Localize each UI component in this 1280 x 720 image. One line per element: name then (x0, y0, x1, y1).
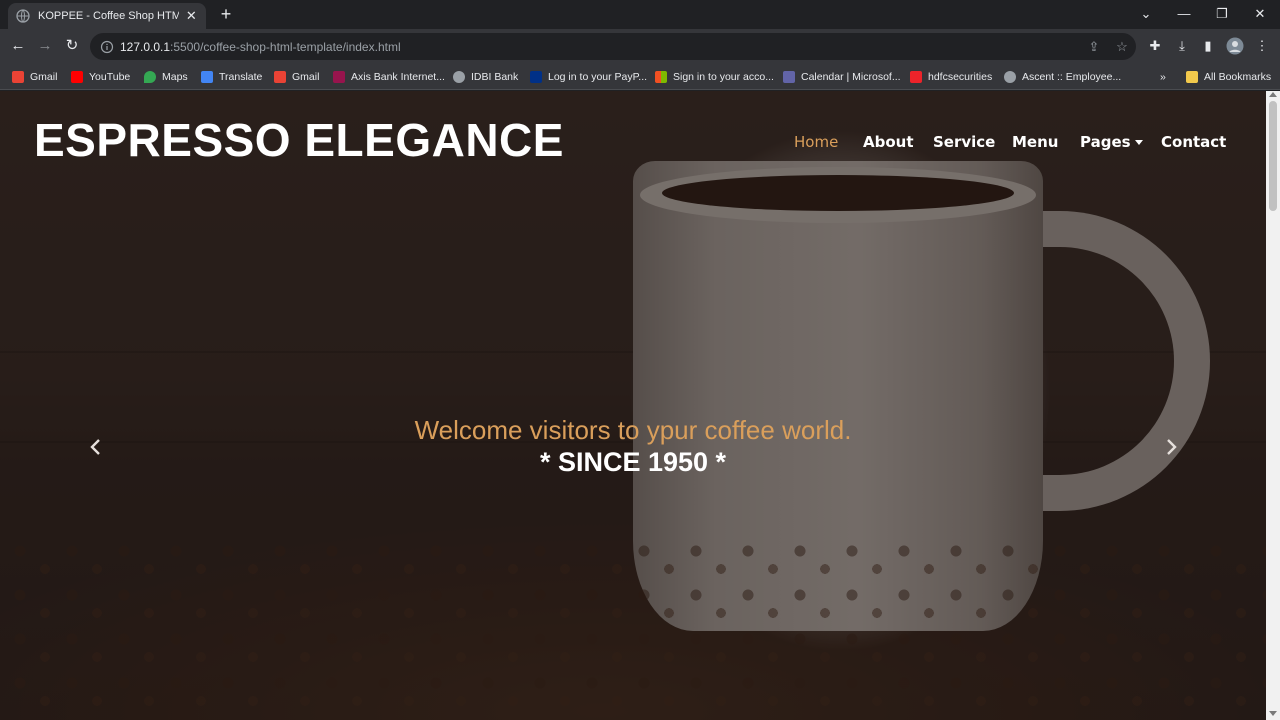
hdfc-icon (910, 70, 922, 83)
url-text: 127.0.0.1:5500/coffee-shop-html-template… (120, 39, 401, 54)
all-bookmarks-button[interactable]: All Bookmarks (1186, 68, 1271, 85)
bookmark-youtube[interactable]: YouTube (71, 68, 130, 85)
profile-avatar[interactable] (1226, 37, 1244, 55)
extensions-icon[interactable]: ✚ (1146, 37, 1164, 55)
new-tab-button[interactable]: + (216, 4, 236, 24)
bookmark-microsoft-signin[interactable]: Sign in to your acco... (655, 68, 774, 85)
gmail-icon (12, 70, 24, 83)
bookmark-maps[interactable]: Maps (144, 68, 188, 85)
youtube-icon (71, 70, 83, 83)
reload-button[interactable]: ↻ (62, 36, 82, 56)
axis-bank-icon (333, 70, 345, 83)
share-icon[interactable]: ⇪ (1086, 39, 1102, 55)
close-window-button[interactable]: ✕ (1248, 4, 1272, 24)
browser-tab[interactable]: KOPPEE - Coffee Shop HTML Tem ✕ (8, 3, 206, 29)
page-viewport: ESPRESSO ELEGANCE Home About Service Men… (0, 91, 1266, 720)
bookmark-ascent[interactable]: Ascent :: Employee... (1004, 68, 1121, 85)
tab-search-icon[interactable]: ⌄ (1134, 4, 1158, 24)
bookmark-axis-bank[interactable]: Axis Bank Internet... (333, 68, 445, 85)
maps-icon (144, 70, 156, 83)
translate-icon (201, 70, 213, 83)
minimize-button[interactable]: — (1172, 4, 1196, 24)
download-icon[interactable]: ⤓ (1173, 37, 1191, 55)
chevron-left-icon (90, 439, 100, 455)
site-brand-logo[interactable]: ESPRESSO ELEGANCE (34, 113, 564, 167)
browser-toolbar: ← → ↻ 127.0.0.1:5500/coffee-shop-html-te… (0, 29, 1280, 63)
nav-menu[interactable]: Menu (1012, 131, 1058, 153)
tab-title: KOPPEE - Coffee Shop HTML Tem (38, 10, 179, 22)
scrollbar-thumb[interactable] (1269, 101, 1277, 211)
scroll-down-arrow-icon[interactable] (1269, 711, 1277, 716)
bookmark-translate[interactable]: Translate (201, 68, 262, 85)
page-scrollbar[interactable] (1266, 91, 1280, 720)
close-tab-icon[interactable]: ✕ (185, 8, 198, 24)
globe-icon (453, 70, 465, 83)
side-panel-icon[interactable]: ▮ (1199, 37, 1217, 55)
hero-title: * SINCE 1950 * (539, 447, 727, 477)
nav-service[interactable]: Service (933, 131, 995, 153)
chevron-right-icon (1167, 439, 1177, 455)
globe-icon (1004, 70, 1016, 83)
nav-contact[interactable]: Contact (1161, 131, 1226, 153)
carousel-prev-button[interactable] (86, 437, 106, 457)
bookmark-hdfcsecurities[interactable]: hdfcsecurities (910, 68, 992, 85)
more-menu-icon[interactable]: ⋮ (1253, 37, 1271, 55)
carousel-next-button[interactable] (1161, 437, 1181, 457)
nav-pages-dropdown[interactable]: Pages (1080, 131, 1143, 153)
bookmarks-bar: Gmail YouTube Maps Translate Gmail Axis … (0, 63, 1280, 90)
hero-subtitle: Welcome visitors to ypur coffee world. (414, 415, 852, 445)
microsoft-icon (655, 70, 667, 83)
bookmark-gmail-2[interactable]: Gmail (274, 68, 319, 85)
scroll-up-arrow-icon[interactable] (1269, 92, 1277, 97)
teams-icon (783, 70, 795, 83)
forward-button[interactable]: → (35, 36, 55, 56)
nav-about[interactable]: About (863, 131, 914, 153)
bookmark-gmail[interactable]: Gmail (12, 68, 57, 85)
bookmark-idbi-bank[interactable]: IDBI Bank (453, 68, 518, 85)
hero-overlay (0, 91, 1266, 720)
address-bar[interactable]: 127.0.0.1:5500/coffee-shop-html-template… (90, 33, 1136, 60)
bookmark-star-icon[interactable]: ☆ (1114, 39, 1130, 55)
bookmarks-overflow-button[interactable]: » (1160, 68, 1166, 85)
paypal-icon (530, 70, 542, 83)
gmail-icon (274, 70, 286, 83)
caret-down-icon (1134, 139, 1143, 145)
bookmark-calendar[interactable]: Calendar | Microsof... (783, 68, 901, 85)
folder-icon (1186, 70, 1198, 83)
globe-icon (16, 9, 30, 23)
back-button[interactable]: ← (8, 36, 28, 56)
maximize-button[interactable]: ❐ (1210, 4, 1234, 24)
browser-tab-bar: KOPPEE - Coffee Shop HTML Tem ✕ + ⌄ — ❐ … (0, 0, 1280, 29)
nav-pages-label: Pages (1080, 133, 1131, 151)
nav-home[interactable]: Home (794, 131, 838, 153)
site-info-icon[interactable] (100, 40, 114, 54)
bookmark-paypal[interactable]: Log in to your PayP... (530, 68, 647, 85)
